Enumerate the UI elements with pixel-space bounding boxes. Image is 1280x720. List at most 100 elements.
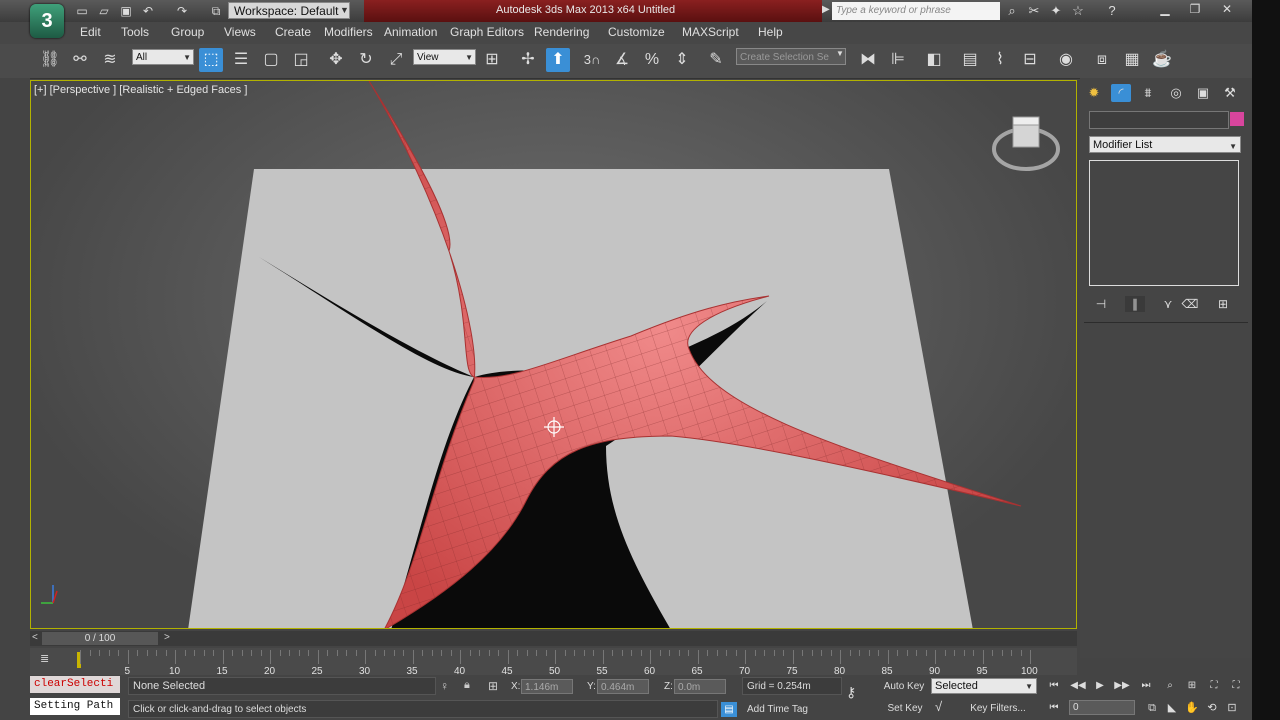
named-selection-sets-input[interactable]: Create Selection Se xyxy=(736,48,846,65)
maximize-viewport-icon[interactable]: ⊡ xyxy=(1223,701,1241,716)
utilities-tab-icon[interactable]: ⚒ xyxy=(1220,84,1240,102)
isolate-selection-icon[interactable]: ♀ xyxy=(440,679,449,693)
redo-icon[interactable]: ↷ xyxy=(174,3,190,19)
add-time-tag-button[interactable]: Add Time Tag xyxy=(747,704,808,715)
workspace-dropdown[interactable]: Workspace: Default xyxy=(228,2,350,19)
graphite-ribbon-icon[interactable]: ▤ xyxy=(958,48,982,72)
edit-named-selection-icon[interactable]: ✎ xyxy=(704,48,728,72)
menu-edit[interactable]: Edit xyxy=(80,25,101,39)
project-folder-icon[interactable]: ⧉ xyxy=(208,3,224,19)
minimize-icon[interactable]: ▁ xyxy=(1150,0,1180,18)
select-by-name-icon[interactable]: ☰ xyxy=(229,48,253,72)
object-color-swatch[interactable] xyxy=(1230,112,1244,126)
angle-snap-icon[interactable]: ∡ xyxy=(610,48,634,72)
field-of-view-icon[interactable]: ◣ xyxy=(1163,701,1181,716)
auto-key-button[interactable]: Auto Key xyxy=(880,678,928,695)
chevron-down-icon[interactable]: ▼ xyxy=(836,49,844,58)
maximize-icon[interactable]: ❐ xyxy=(1180,0,1210,18)
binoculars-icon[interactable]: ⌕ xyxy=(1004,3,1020,19)
key-tangent-icon[interactable]: √ xyxy=(935,699,942,714)
render-setup-icon[interactable]: ⧈ xyxy=(1090,48,1114,72)
snaps-toggle-icon[interactable]: 3∩ xyxy=(580,48,604,72)
menu-graph-editors[interactable]: Graph Editors xyxy=(450,25,524,39)
select-and-scale-icon[interactable]: ⤢ xyxy=(384,48,408,72)
menu-animation[interactable]: Animation xyxy=(384,25,437,39)
spinner-snap-icon[interactable]: ⇕ xyxy=(670,48,694,72)
motion-tab-icon[interactable]: ◎ xyxy=(1166,84,1186,102)
communication-icon[interactable]: ✦ xyxy=(1048,3,1064,19)
current-frame-field[interactable]: 0 xyxy=(1069,700,1135,715)
show-end-result-icon[interactable]: ∥ xyxy=(1125,296,1145,312)
close-icon[interactable]: ✕ xyxy=(1212,0,1242,18)
hierarchy-tab-icon[interactable]: ⩩ xyxy=(1138,84,1158,102)
rendered-frame-window-icon[interactable]: ▦ xyxy=(1120,48,1144,72)
menu-modifiers[interactable]: Modifiers xyxy=(324,25,373,39)
create-tab-icon[interactable]: ✹ xyxy=(1084,84,1104,102)
y-coordinate-field[interactable]: 0.464m xyxy=(597,679,649,694)
select-and-link-icon[interactable]: ⛓ xyxy=(38,48,62,72)
perspective-viewport[interactable] xyxy=(30,80,1077,629)
z-coordinate-field[interactable]: 0.0m xyxy=(674,679,726,694)
favorites-star-icon[interactable]: ☆ xyxy=(1070,3,1086,19)
key-filters-button[interactable]: Key Filters... xyxy=(960,700,1036,717)
modifier-stack[interactable] xyxy=(1089,160,1239,286)
object-name-field[interactable] xyxy=(1089,111,1229,129)
go-to-start-icon[interactable]: ⏮ xyxy=(1045,679,1063,693)
select-and-move-icon[interactable]: ✥ xyxy=(324,48,348,72)
pivot-center-icon[interactable]: ⊞ xyxy=(480,48,504,72)
menu-views[interactable]: Views xyxy=(224,25,256,39)
time-slider-thumb[interactable]: 0 / 100 xyxy=(42,632,158,645)
remove-modifier-icon[interactable]: ⌫ xyxy=(1180,296,1200,312)
unlink-selection-icon[interactable]: ⚯ xyxy=(68,48,92,72)
go-to-end-icon[interactable]: ⏭ xyxy=(1137,679,1155,693)
reference-coordinate-dropdown[interactable]: View ▼ xyxy=(413,49,476,65)
zoom-all-icon[interactable]: ⊞ xyxy=(1183,679,1201,693)
time-tag-icon[interactable]: ▤ xyxy=(721,702,737,717)
menu-create[interactable]: Create xyxy=(275,25,311,39)
maxscript-listener-input[interactable]: clearSelecti xyxy=(30,676,120,693)
bind-space-warp-icon[interactable]: ≋ xyxy=(98,48,122,72)
menu-help[interactable]: Help xyxy=(758,25,783,39)
menu-tools[interactable]: Tools xyxy=(121,25,149,39)
x-coordinate-field[interactable]: 1.146m xyxy=(521,679,573,694)
previous-frame-icon[interactable]: ◀◀ xyxy=(1069,679,1087,693)
time-configuration-icon[interactable]: ⧉ xyxy=(1143,701,1161,716)
app-logo-icon[interactable]: 3 xyxy=(30,4,64,38)
menu-maxscript[interactable]: MAXScript xyxy=(682,25,739,39)
set-key-button[interactable]: Set Key xyxy=(882,700,928,717)
select-manipulate-icon[interactable]: ✢ xyxy=(516,48,540,72)
align-icon[interactable]: ⊫ xyxy=(886,48,910,72)
key-mode-dropdown[interactable]: Selected ▼ xyxy=(931,678,1037,694)
rectangular-selection-icon[interactable]: ▢ xyxy=(259,48,283,72)
viewport-label[interactable]: [+] [Perspective ] [Realistic + Edged Fa… xyxy=(34,84,247,96)
mini-curve-editor-icon[interactable]: ≣ xyxy=(40,652,56,666)
pan-view-icon[interactable]: ✋ xyxy=(1183,701,1201,716)
mirror-icon[interactable]: ⧓ xyxy=(856,48,880,72)
render-production-icon[interactable]: ☕ xyxy=(1150,48,1174,72)
percent-snap-icon[interactable]: % xyxy=(640,48,664,72)
menu-customize[interactable]: Customize xyxy=(608,25,665,39)
chevron-right-icon[interactable]: ▶ xyxy=(822,4,830,15)
menu-group[interactable]: Group xyxy=(171,25,204,39)
play-icon[interactable]: ▶ xyxy=(1091,679,1109,693)
select-and-rotate-icon[interactable]: ↻ xyxy=(354,48,378,72)
absolute-mode-icon[interactable]: ⊞ xyxy=(488,679,498,693)
search-input[interactable]: Type a keyword or phrase xyxy=(832,2,1000,20)
configure-modifier-sets-icon[interactable]: ⊞ xyxy=(1213,296,1233,312)
make-unique-icon[interactable]: ⋎ xyxy=(1158,296,1178,312)
subscription-icon[interactable]: ✂ xyxy=(1026,3,1042,19)
set-key-mode-icon[interactable]: ⚷ xyxy=(846,684,856,701)
chevron-down-icon[interactable]: ▼ xyxy=(340,2,350,19)
zoom-extents-icon[interactable]: ⛶ xyxy=(1205,679,1223,693)
zoom-icon[interactable]: ⌕ xyxy=(1161,679,1179,693)
key-mode-toggle-icon[interactable]: ⏮ xyxy=(1045,701,1063,715)
time-slider[interactable] xyxy=(30,631,1077,646)
selection-filter-dropdown[interactable]: All ▼ xyxy=(132,49,194,65)
chevron-left-icon[interactable]: < xyxy=(32,632,38,643)
save-file-icon[interactable]: ▣ xyxy=(118,3,134,19)
orbit-icon[interactable]: ⟲ xyxy=(1203,701,1221,716)
material-editor-icon[interactable]: ◉ xyxy=(1054,48,1078,72)
pin-stack-icon[interactable]: ⊣ xyxy=(1091,296,1111,312)
keyboard-shortcut-override-icon[interactable]: ⬆ xyxy=(546,48,570,72)
layer-manager-icon[interactable]: ◧ xyxy=(922,48,946,72)
